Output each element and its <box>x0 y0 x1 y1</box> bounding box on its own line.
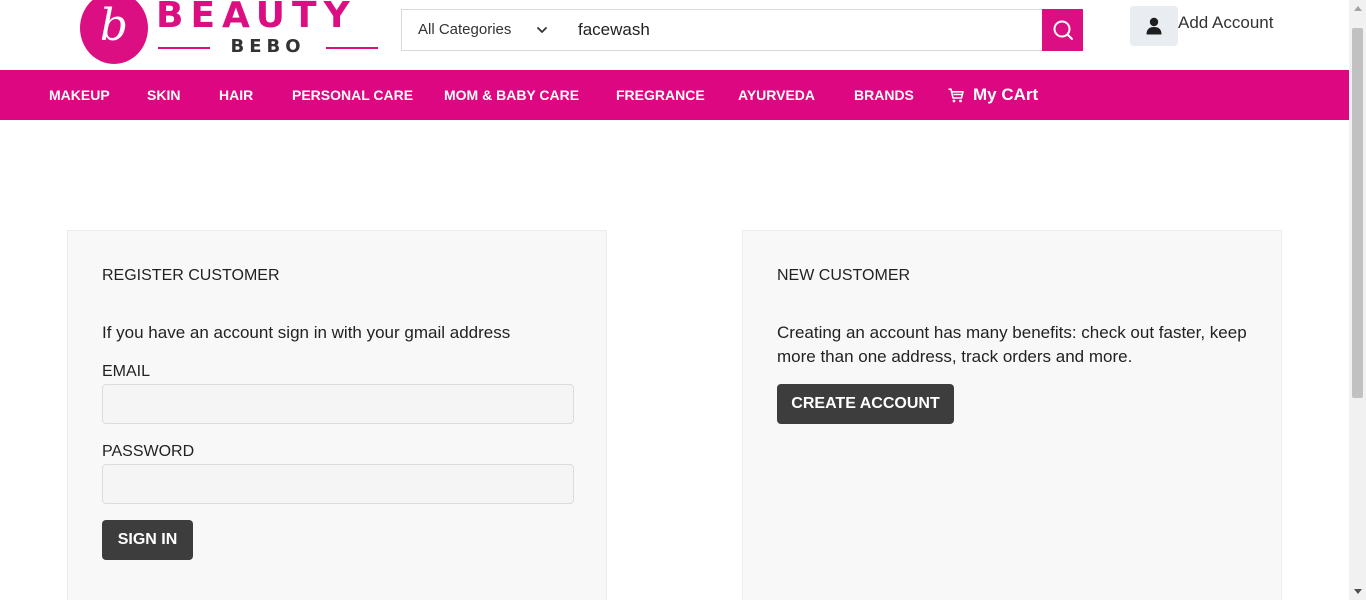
scroll-up-arrow-icon[interactable] <box>1349 0 1366 17</box>
logo-initial: b <box>99 0 129 51</box>
nav-item-hair[interactable]: HAIR <box>219 70 253 120</box>
sign-in-button[interactable]: SIGN IN <box>102 520 193 560</box>
logo-emblem: b <box>80 0 148 64</box>
user-icon <box>1146 17 1162 35</box>
beauty-bebo-logo[interactable]: b BEAUTY BEBO <box>80 0 380 67</box>
logo-subtitle: BEBO <box>158 36 378 58</box>
nav-item-fregrance[interactable]: FREGRANCE <box>616 70 705 120</box>
search-bar: All Categories <box>401 9 1083 51</box>
new-customer-benefits-text: Creating an account has many benefits: c… <box>777 323 1247 366</box>
scroll-down-arrow-icon[interactable] <box>1349 583 1366 600</box>
password-field[interactable] <box>102 464 574 504</box>
chevron-down-icon[interactable] <box>536 24 548 36</box>
password-label: PASSWORD <box>102 443 195 460</box>
search-input[interactable] <box>578 10 1038 50</box>
nav-item-ayurveda[interactable]: AYURVEDA <box>738 70 815 120</box>
logo-subtitle-text: BEBO <box>230 36 306 57</box>
search-button[interactable] <box>1042 9 1083 51</box>
search-icon <box>1053 20 1073 40</box>
create-account-button[interactable]: CREATE ACCOUNT <box>777 384 954 424</box>
nav-item-brands[interactable]: BRANDS <box>854 70 914 120</box>
register-instructions: If you have an account sign in with your… <box>102 323 511 342</box>
new-customer-title: NEW CUSTOMER <box>777 267 911 284</box>
category-select[interactable]: All Categories <box>418 10 511 50</box>
nav-item-mom-baby-care[interactable]: MOM & BABY CARE <box>444 70 579 120</box>
logo-rule-left <box>158 47 210 49</box>
logo-wordmark: BEAUTY <box>156 0 357 36</box>
site-header: b BEAUTY BEBO All Categories Add Account <box>0 0 1349 70</box>
add-account-link[interactable]: Add Account <box>1178 13 1273 33</box>
nav-cart-link[interactable]: My CArt <box>948 70 1038 120</box>
page-scrollbar[interactable] <box>1349 0 1366 600</box>
main-nav: MAKEUP SKIN HAIR PERSONAL CARE MOM & BAB… <box>0 70 1349 120</box>
email-field[interactable] <box>102 384 574 424</box>
account-button[interactable] <box>1130 6 1178 46</box>
cart-icon <box>948 87 964 102</box>
new-customer-panel: NEW CUSTOMER Creating an account has man… <box>742 230 1282 600</box>
register-title: REGISTER CUSTOMER <box>102 267 280 284</box>
nav-item-personal-care[interactable]: PERSONAL CARE <box>292 70 413 120</box>
cart-label: My CArt <box>973 85 1039 104</box>
nav-item-makeup[interactable]: MAKEUP <box>49 70 110 120</box>
scrollbar-thumb[interactable] <box>1352 28 1363 398</box>
nav-item-skin[interactable]: SKIN <box>147 70 180 120</box>
logo-rule-right <box>326 47 378 49</box>
email-label: EMAIL <box>102 363 151 380</box>
register-customer-panel: REGISTER CUSTOMER If you have an account… <box>67 230 607 600</box>
